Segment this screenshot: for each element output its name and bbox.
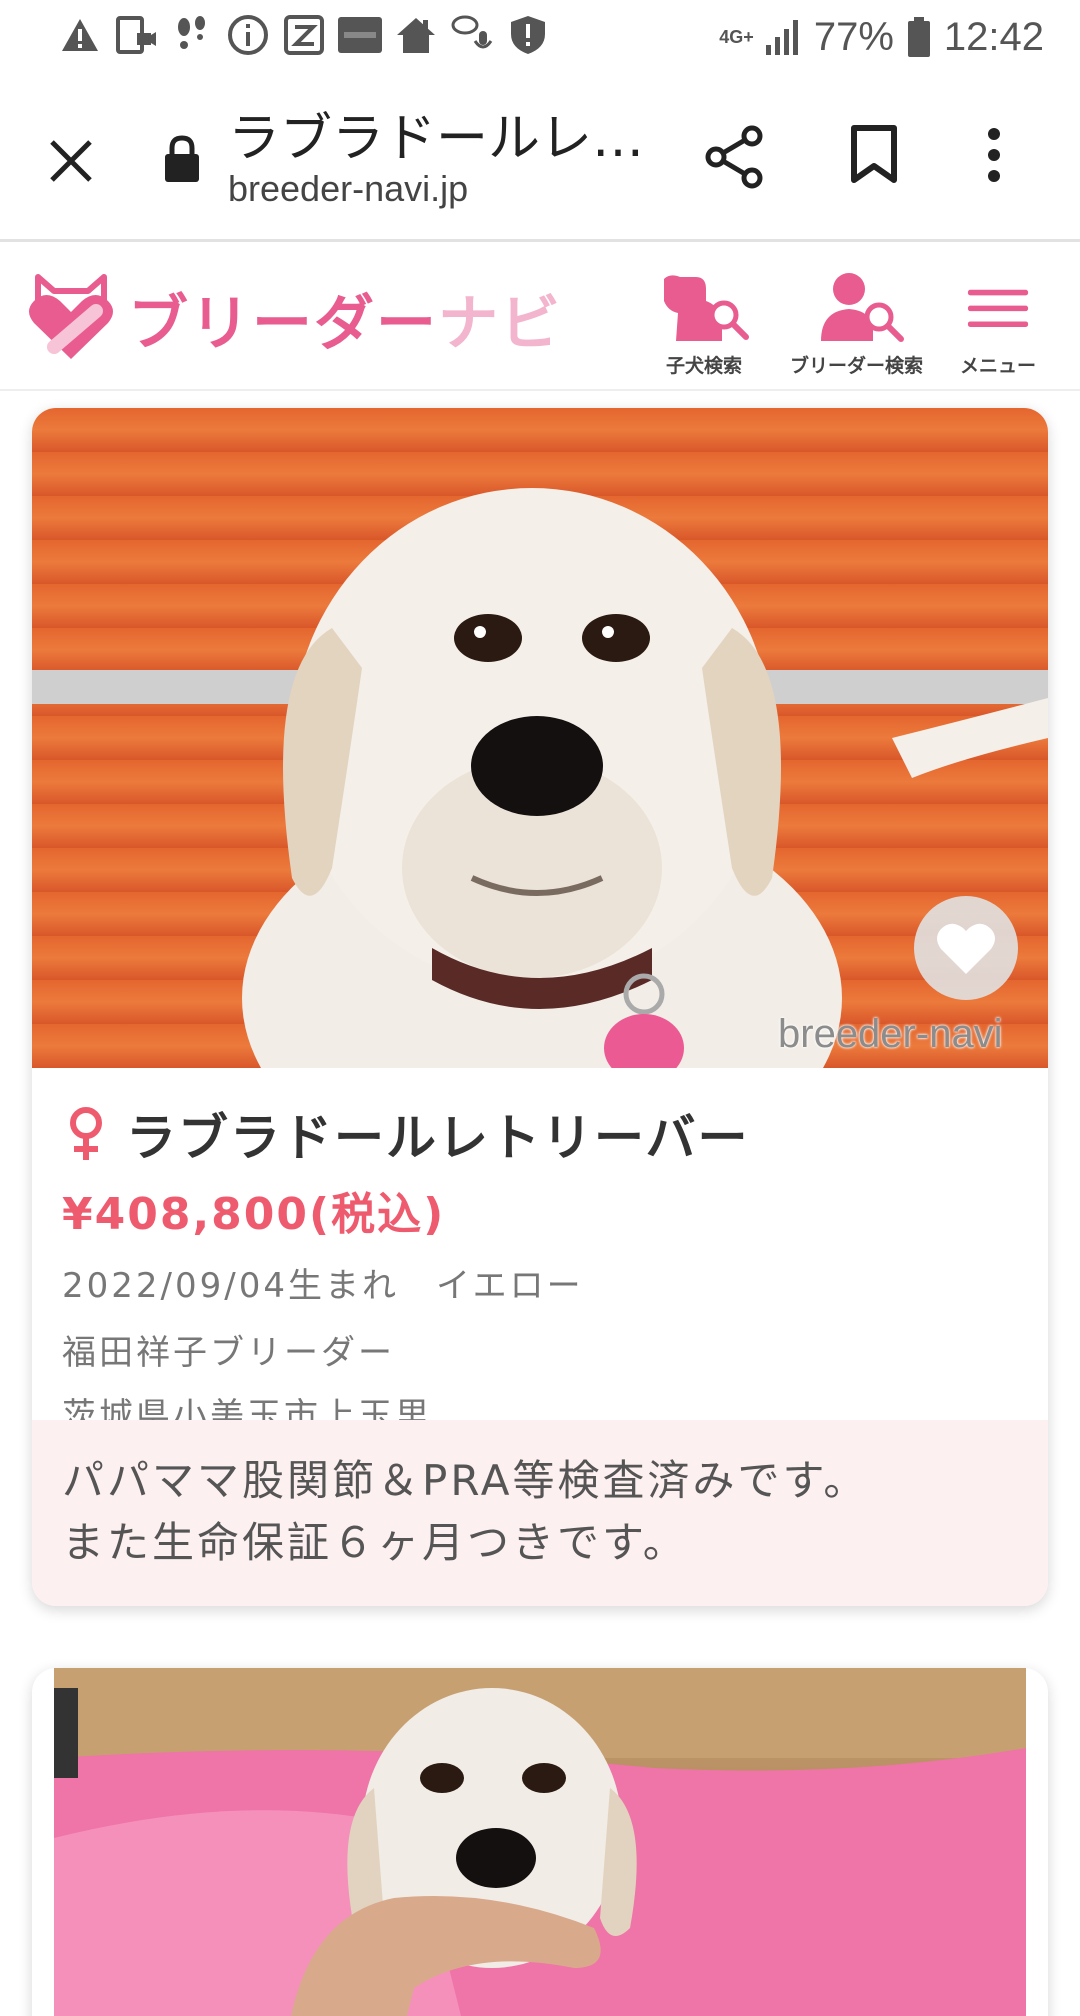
bookmark-button[interactable] xyxy=(848,124,918,196)
notification-icons xyxy=(58,12,550,58)
home-icon xyxy=(394,12,438,58)
nav-puppy-search-label: 子犬検索 xyxy=(665,355,742,377)
browser-toolbar: ラブラドールレ… breeder-navi.jp xyxy=(0,76,1080,242)
breed-name[interactable]: ラブラドールレトリーバー xyxy=(126,1098,750,1170)
close-icon xyxy=(50,140,92,182)
more-vert-icon xyxy=(988,128,1000,182)
heart-icon xyxy=(937,923,995,974)
female-icon xyxy=(70,1107,102,1160)
yahoo-app-icon xyxy=(338,12,382,58)
note-line-2: また生命保証６ヶ月つきです。 xyxy=(62,1518,688,1567)
listing-info: ラブラドールレトリーバー ¥408,800(税込) 2022/09/04生まれ … xyxy=(62,1098,1022,1437)
voice-chat-icon xyxy=(450,12,494,58)
puppy-listing-card-2[interactable] xyxy=(32,1668,1048,2016)
alert-icon xyxy=(58,12,102,58)
puppy-illustration xyxy=(32,488,1048,1068)
listing-note: パパママ股関節＆PRA等検査済みです。 また生命保証６ヶ月つきです。 xyxy=(32,1420,1048,1606)
battery-icon xyxy=(904,14,934,60)
status-bar: 4G+ 77% 12:42 xyxy=(0,0,1080,76)
z-app-icon xyxy=(282,12,326,58)
nav-puppy-search[interactable]: 子犬検索 xyxy=(656,271,752,378)
url-text[interactable]: breeder-navi.jp xyxy=(228,168,468,210)
site-header: ブリーダーナビ 子犬検索 ブリーダー検索 メニュー xyxy=(0,245,1080,391)
signal-icon xyxy=(764,14,804,60)
puppy-listing-card[interactable]: breeder-navi ラブラドールレトリーバー ¥408,800(税込) 2… xyxy=(32,408,1048,1606)
site-logo[interactable]: ブリーダーナビ xyxy=(24,271,562,365)
nav-breeder-search[interactable]: ブリーダー検索 xyxy=(790,271,923,378)
birth-date-color: 2022/09/04生まれ イエロー xyxy=(62,1266,584,1306)
nav-breeder-search-label: ブリーダー検索 xyxy=(790,355,924,377)
tablet-video-icon xyxy=(114,12,158,58)
note-line-1: パパママ股関節＆PRA等検査済みです。 xyxy=(62,1456,869,1505)
logo-text-sub: ナビ xyxy=(438,288,562,359)
system-status: 4G+ 77% 12:42 xyxy=(719,14,1044,60)
bookmark-icon xyxy=(851,125,897,183)
favorite-button[interactable] xyxy=(914,896,1018,1000)
puppy-photo-2[interactable] xyxy=(54,1668,1026,2016)
nav-menu-label: メニュー xyxy=(960,355,1037,377)
nav-menu[interactable]: メニュー xyxy=(960,271,1036,378)
info-icon xyxy=(226,12,270,58)
footprints-icon xyxy=(170,12,214,58)
puppy-search-icon xyxy=(664,275,749,341)
logo-text: ブリーダーナビ xyxy=(128,275,562,362)
breeder-search-icon xyxy=(820,273,904,342)
page-title[interactable]: ラブラドールレ… xyxy=(228,96,658,171)
photo-watermark: breeder-navi xyxy=(778,1012,1003,1056)
network-type: 4G+ xyxy=(719,26,754,48)
puppy-illustration-2 xyxy=(54,1668,1026,2016)
lock-icon[interactable] xyxy=(162,134,212,190)
menu-icon xyxy=(967,289,1029,327)
share-button[interactable] xyxy=(704,124,774,196)
logo-text-main: ブリーダー xyxy=(128,288,438,359)
breeder-name[interactable]: 福田祥子ブリーダー xyxy=(62,1325,1022,1374)
price: ¥408,800(税込) xyxy=(62,1189,446,1240)
breed-row: ラブラドールレトリーバー xyxy=(62,1098,1022,1170)
share-icon xyxy=(705,125,763,189)
close-tab-button[interactable] xyxy=(36,126,106,196)
shield-icon xyxy=(506,12,550,58)
more-options-button[interactable] xyxy=(984,124,1040,196)
puppy-photo[interactable]: breeder-navi xyxy=(32,408,1048,1068)
clock: 12:42 xyxy=(943,14,1044,59)
logo-mark-icon xyxy=(29,274,113,359)
battery-percent: 77% xyxy=(813,14,894,59)
